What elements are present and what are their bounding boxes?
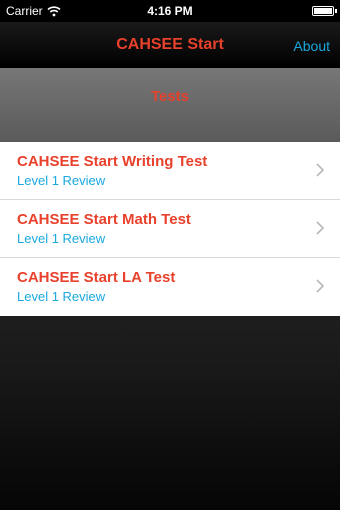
navigation-bar: CAHSEE Start About — [0, 22, 340, 68]
battery-level — [314, 8, 332, 14]
chevron-right-icon — [316, 279, 324, 293]
list-item-subtitle: Level 1 Review — [17, 231, 106, 246]
list-item-subtitle: Level 1 Review — [17, 173, 106, 188]
list-item-title: CAHSEE Start LA Test — [17, 269, 176, 286]
status-time: 4:16 PM — [147, 4, 193, 18]
battery-tip — [335, 9, 337, 13]
nav-title: CAHSEE Start — [116, 36, 224, 53]
about-button[interactable]: About — [293, 38, 330, 54]
battery-icon — [312, 6, 337, 16]
list-item-subtitle: Level 1 Review — [17, 289, 106, 304]
tests-list: CAHSEE Start Writing Test Level 1 Review… — [0, 142, 340, 316]
list-item-title: CAHSEE Start Writing Test — [17, 153, 208, 170]
list-item-writing-test[interactable]: CAHSEE Start Writing Test Level 1 Review — [0, 142, 340, 200]
list-item-la-test[interactable]: CAHSEE Start LA Test Level 1 Review — [0, 258, 340, 316]
section-title: Tests — [150, 88, 190, 105]
list-item-math-test[interactable]: CAHSEE Start Math Test Level 1 Review — [0, 200, 340, 258]
status-bar: Carrier 4:16 PM — [0, 0, 340, 22]
list-item-title: CAHSEE Start Math Test — [17, 211, 191, 228]
chevron-right-icon — [316, 163, 324, 177]
chevron-right-icon — [316, 221, 324, 235]
section-header: Tests — [0, 68, 340, 142]
